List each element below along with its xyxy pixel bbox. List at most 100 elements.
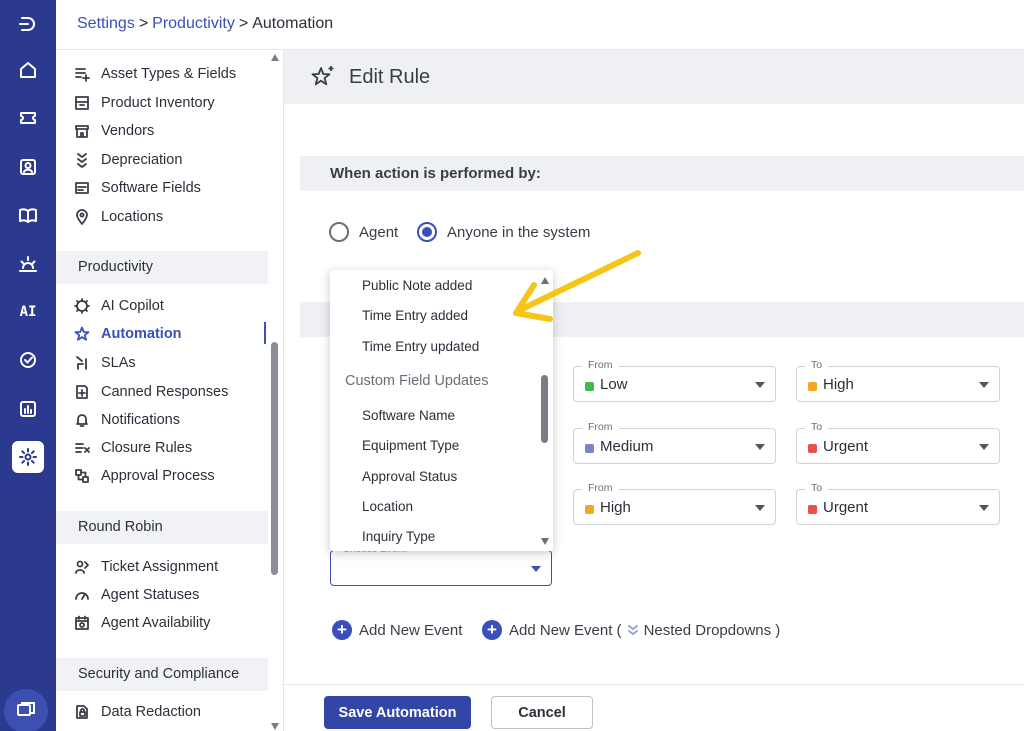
note-plus-icon [74, 384, 90, 400]
dropdown-option[interactable]: Public Note added [362, 278, 472, 293]
sidebar-item-automation[interactable]: Automation [74, 322, 182, 346]
sidebar-item-agent-availability[interactable]: Agent Availability [74, 611, 210, 635]
radio-agent[interactable]: Agent [329, 222, 398, 242]
choose-event-select[interactable]: Choose Event [330, 544, 552, 586]
radio-label: Agent [359, 223, 399, 241]
settings-sidebar: Asset Types & Fields Product Inventory V… [56, 50, 284, 731]
field-label: From [582, 482, 619, 494]
chat-icon[interactable] [4, 689, 48, 731]
sidebar-item-agent-statuses[interactable]: Agent Statuses [74, 583, 199, 607]
dropdown-option[interactable]: Approval Status [362, 469, 457, 484]
dropdown-option[interactable]: Inquiry Type [362, 529, 435, 544]
sidebar-item-vendors[interactable]: Vendors [74, 119, 154, 143]
breadcrumb-separator: > [138, 15, 149, 32]
dropdown-option[interactable]: Equipment Type [362, 438, 459, 453]
logo-icon[interactable] [12, 8, 44, 40]
sidebar-item-label: Notifications [101, 412, 180, 428]
field-value: Low [600, 376, 628, 393]
field-value: High [823, 376, 854, 393]
sidebar-item-data-redaction[interactable]: Data Redaction [74, 700, 201, 724]
sidebar-scrollbar-thumb[interactable] [271, 342, 278, 575]
sidebar-item-label: Product Inventory [101, 95, 215, 111]
edit-rule-header: Edit Rule [284, 50, 1024, 104]
cancel-button[interactable]: Cancel [491, 696, 593, 729]
from-select[interactable]: From High [573, 482, 776, 525]
plus-circle-icon: + [332, 620, 352, 640]
to-select[interactable]: To High [796, 359, 1000, 402]
star-sparkle-icon [310, 64, 336, 90]
priority-dot [585, 444, 594, 453]
sidebar-item-label: Agent Availability [101, 615, 211, 631]
chevrons-down-icon [626, 623, 640, 637]
sidebar-item-label: AI Copilot [101, 298, 164, 314]
sidebar-item-slas[interactable]: SLAs [74, 351, 136, 375]
ticket-icon[interactable] [12, 102, 44, 134]
from-select[interactable]: From Low [573, 359, 776, 402]
add-event-label: Add New Event ( [509, 621, 622, 639]
save-automation-button[interactable]: Save Automation [324, 696, 471, 729]
priority-dot [585, 505, 594, 514]
book-icon[interactable] [12, 199, 44, 231]
radio-circle[interactable] [417, 222, 437, 242]
radio-circle[interactable] [329, 222, 349, 242]
chevron-down-icon [979, 505, 989, 511]
sidebar-item-product-inventory[interactable]: Product Inventory [74, 91, 215, 115]
breadcrumb-settings[interactable]: Settings [77, 15, 135, 32]
home-icon[interactable] [12, 54, 44, 86]
chevron-down-icon [979, 382, 989, 388]
redaction-icon [74, 704, 90, 720]
add-nested-event-button[interactable]: + Add New Event ( Nested Dropdowns ) [482, 620, 780, 640]
dropdown-option[interactable]: Time Entry updated [362, 339, 479, 354]
bell-icon [74, 412, 90, 428]
sidebar-item-notifications[interactable]: Notifications [74, 408, 180, 432]
sidebar-item-depreciation[interactable]: Depreciation [74, 148, 182, 172]
sidebar-item-ai-copilot[interactable]: AI Copilot [74, 294, 164, 318]
breadcrumb-current: Automation [252, 15, 334, 32]
dropdown-option[interactable]: Software Name [362, 408, 455, 423]
field-label: To [805, 359, 829, 371]
scroll-up-arrow-icon[interactable] [271, 54, 279, 61]
radio-label: Anyone in the system [447, 223, 591, 241]
list-plus-icon [74, 66, 90, 82]
dropdown-option[interactable]: Time Entry added [362, 308, 468, 323]
sidebar-item-closure-rules[interactable]: Closure Rules [74, 436, 192, 460]
chart-icon[interactable] [12, 393, 44, 425]
contacts-icon[interactable] [12, 151, 44, 183]
sidebar-item-label: Locations [101, 209, 164, 225]
sidebar-item-label: Vendors [101, 123, 155, 139]
to-select[interactable]: To Urgent [796, 421, 1000, 464]
nested-dropdowns-label: Nested Dropdowns ) [643, 621, 781, 639]
sidebar-item-ticket-assignment[interactable]: Ticket Assignment [74, 555, 218, 579]
location-pin-icon [74, 209, 90, 225]
scroll-down-arrow-icon[interactable] [541, 538, 549, 545]
field-value: High [600, 499, 631, 516]
sidebar-item-locations[interactable]: Locations [74, 205, 163, 229]
ai-icon[interactable]: AI [12, 296, 44, 328]
form-icon [74, 180, 90, 196]
to-select[interactable]: To Urgent [796, 482, 1000, 525]
breadcrumb: Settings > Productivity > Automation [77, 15, 333, 33]
sidebar-item-label: Closure Rules [101, 440, 193, 456]
sidebar-item-label: Asset Types & Fields [101, 66, 237, 82]
radio-anyone[interactable]: Anyone in the system [417, 222, 590, 242]
scroll-down-arrow-icon[interactable] [271, 723, 279, 730]
approval-icon [74, 468, 90, 484]
dropdown-group-label: Custom Field Updates [345, 373, 489, 389]
sidebar-item-asset-types[interactable]: Asset Types & Fields [74, 62, 236, 86]
check-circle-icon[interactable] [12, 344, 44, 376]
sidebar-item-approval-process[interactable]: Approval Process [74, 464, 215, 488]
dropdown-scrollbar-thumb[interactable] [541, 375, 548, 443]
from-select[interactable]: From Medium [573, 421, 776, 464]
section-round-robin: Round Robin [56, 511, 268, 544]
dropdown-option[interactable]: Location [362, 499, 413, 514]
sidebar-item-software-fields[interactable]: Software Fields [74, 176, 201, 200]
sidebar-item-canned-responses[interactable]: Canned Responses [74, 380, 228, 404]
priority-dot [808, 505, 817, 514]
sunrise-icon[interactable] [12, 248, 44, 280]
add-new-event-button[interactable]: + Add New Event [332, 620, 462, 640]
footer-actions: Save Automation Cancel [284, 684, 1024, 731]
sidebar-item-label: Canned Responses [101, 384, 229, 400]
gear-icon[interactable] [12, 441, 44, 473]
breadcrumb-productivity[interactable]: Productivity [152, 15, 235, 32]
field-value: Urgent [823, 438, 869, 455]
